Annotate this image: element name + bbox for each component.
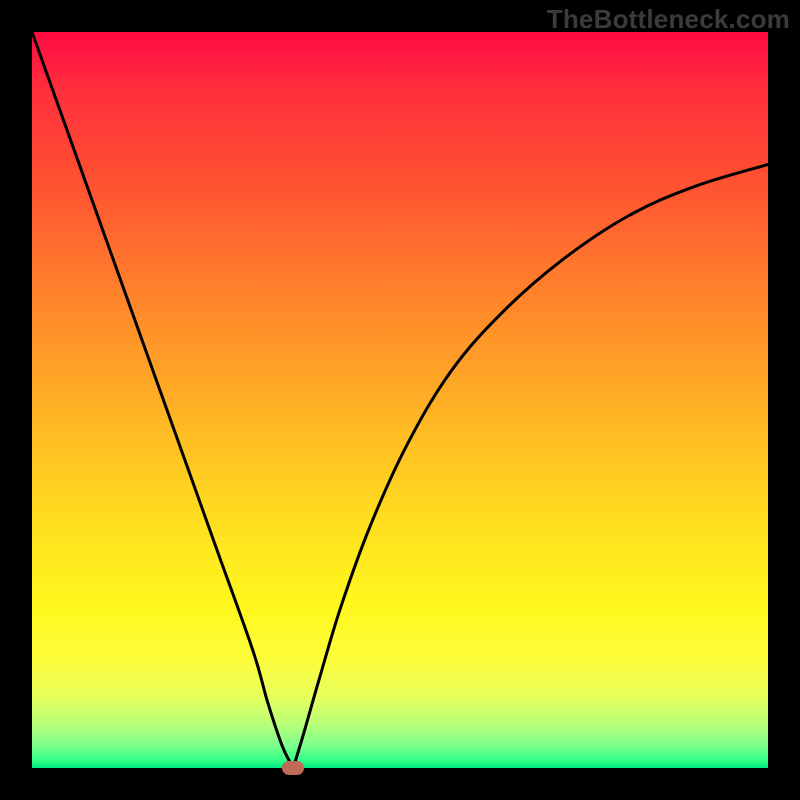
watermark-text: TheBottleneck.com xyxy=(547,4,790,35)
plot-area xyxy=(32,32,768,768)
bottleneck-curve xyxy=(32,32,768,768)
minimum-marker xyxy=(282,761,304,775)
chart-frame: TheBottleneck.com xyxy=(0,0,800,800)
curve-path xyxy=(32,32,768,768)
